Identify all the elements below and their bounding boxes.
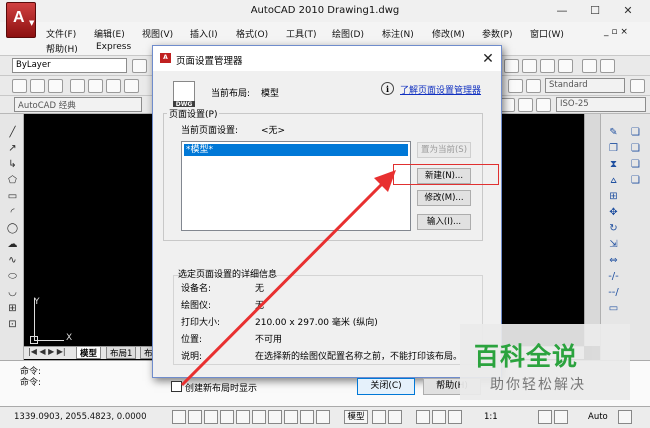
watermark-main-text: 百科全说 bbox=[474, 342, 579, 371]
arrow-shaft bbox=[180, 179, 387, 387]
watermark-logo: 百科全说 助你轻松解决 bbox=[460, 324, 630, 400]
watermark-sub-text: 助你轻松解决 bbox=[490, 377, 586, 393]
